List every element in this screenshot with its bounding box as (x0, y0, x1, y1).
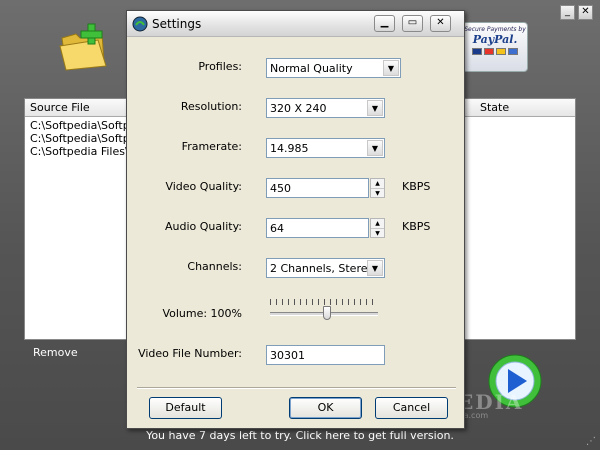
paypal-badge[interactable]: Secure Payments by PayPal. (462, 22, 528, 72)
cancel-button[interactable]: Cancel (375, 397, 448, 419)
settings-dialog: Settings ▁ ▭ ✕ Profiles: Normal Quality … (126, 10, 465, 429)
settings-title-bar[interactable]: Settings ▁ ▭ ✕ (127, 11, 464, 37)
audio-quality-label: Audio Quality: (165, 220, 242, 233)
chevron-up-icon[interactable]: ▲ (371, 179, 384, 188)
chevron-down-icon[interactable]: ▼ (371, 188, 384, 197)
video-quality-stepper[interactable]: ▲ ▼ (370, 178, 385, 198)
chevron-down-icon[interactable]: ▼ (367, 100, 383, 116)
settings-app-icon (132, 16, 148, 32)
profiles-value: Normal Quality (270, 62, 353, 75)
remove-button[interactable]: Remove (33, 346, 78, 359)
channels-select[interactable]: 2 Channels, Stereo ▼ (266, 258, 385, 278)
channels-label: Channels: (187, 260, 242, 273)
video-file-number-value: 30301 (270, 349, 305, 362)
video-quality-value: 450 (270, 182, 291, 195)
ok-button[interactable]: OK (289, 397, 362, 419)
chevron-up-icon[interactable]: ▲ (371, 219, 384, 228)
video-quality-label: Video Quality: (165, 180, 242, 193)
slider-ticks (270, 299, 378, 305)
video-file-number-label: Video File Number: (138, 347, 242, 360)
chevron-down-icon[interactable]: ▼ (367, 140, 383, 156)
audio-quality-value: 64 (270, 222, 284, 235)
volume-slider[interactable] (270, 299, 380, 325)
maximize-icon[interactable]: ▭ (402, 15, 423, 32)
close-icon[interactable]: ✕ (430, 15, 451, 32)
slider-thumb[interactable] (323, 306, 331, 320)
divider (137, 387, 456, 389)
audio-quality-unit: KBPS (402, 220, 431, 233)
framerate-value: 14.985 (270, 142, 309, 155)
volume-label: Volume: 100% (162, 307, 242, 320)
paypal-logo: PayPal. (472, 33, 518, 46)
resolution-value: 320 X 240 (270, 102, 327, 115)
profiles-label: Profiles: (198, 60, 242, 73)
profiles-select[interactable]: Normal Quality ▼ (266, 58, 401, 78)
chevron-down-icon[interactable]: ▼ (371, 228, 384, 237)
video-quality-input[interactable]: 450 (266, 178, 369, 198)
paypal-secure-text: Secure Payments by (464, 26, 526, 33)
trial-link[interactable]: You have 7 days left to try. Click here … (0, 429, 600, 442)
resolution-select[interactable]: 320 X 240 ▼ (266, 98, 385, 118)
channels-value: 2 Channels, Stereo (270, 262, 375, 275)
resize-grip-icon[interactable]: ⋰ (586, 436, 598, 448)
main-minimize-icon[interactable]: _ (560, 5, 575, 20)
folder-add-icon[interactable] (58, 22, 108, 72)
resolution-label: Resolution: (180, 100, 242, 113)
minimize-icon[interactable]: ▁ (374, 15, 395, 32)
framerate-select[interactable]: 14.985 ▼ (266, 138, 385, 158)
column-state[interactable]: State (480, 101, 509, 114)
main-close-icon[interactable]: ✕ (578, 5, 593, 20)
column-source-file[interactable]: Source File (30, 101, 90, 114)
framerate-label: Framerate: (181, 140, 242, 153)
chevron-down-icon[interactable]: ▼ (367, 260, 383, 276)
chevron-down-icon[interactable]: ▼ (383, 60, 399, 76)
video-quality-unit: KBPS (402, 180, 431, 193)
default-button[interactable]: Default (149, 397, 222, 419)
settings-title: Settings (152, 17, 202, 31)
audio-quality-input[interactable]: 64 (266, 218, 369, 238)
video-file-number-field[interactable]: 30301 (266, 345, 385, 365)
audio-quality-stepper[interactable]: ▲ ▼ (370, 218, 385, 238)
card-logos (463, 48, 527, 55)
